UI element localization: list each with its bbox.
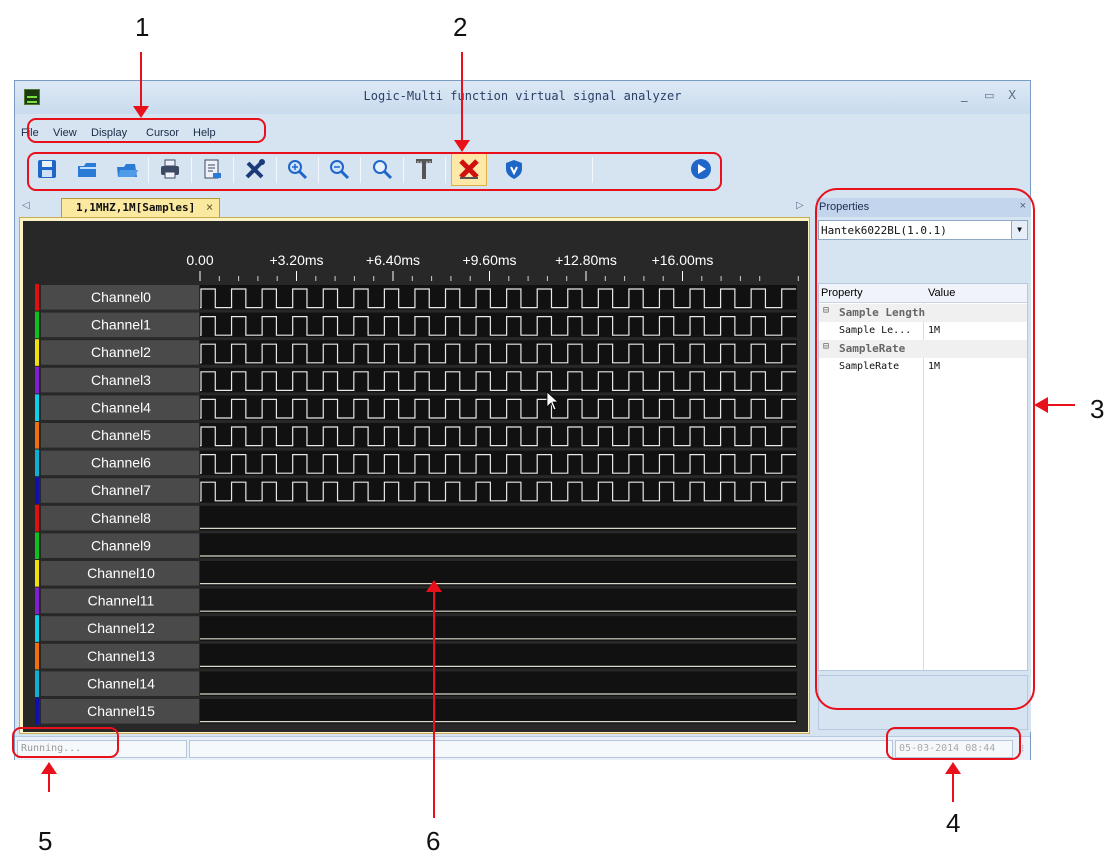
annotation-pointer-3	[1045, 404, 1075, 406]
channel-track	[200, 423, 797, 448]
channel-track	[200, 395, 797, 420]
annotation-pointer-6	[433, 590, 435, 818]
maximize-button[interactable]: ▭	[984, 89, 994, 102]
time-tick-label: +3.20ms	[269, 252, 323, 268]
channel-label: Channel4	[91, 399, 151, 415]
tab-label: 1,1MHZ,1M[Samples]	[76, 201, 196, 214]
channel-track	[200, 285, 797, 310]
channel-label: Channel3	[91, 372, 151, 388]
annotation-6: 6	[426, 826, 441, 856]
channel-track	[200, 616, 797, 641]
channel-color-bar	[35, 615, 39, 642]
annotation-1: 1	[135, 12, 150, 42]
time-tick-label: +6.40ms	[366, 252, 420, 268]
channel-label: Channel9	[91, 537, 151, 553]
channel-track	[200, 367, 797, 393]
title-bar[interactable]: Logic-Multi function virtual signal anal…	[15, 81, 1030, 114]
annotation-3: 3	[1090, 394, 1105, 424]
channel-track	[200, 588, 797, 614]
status-bar: Running... 05-03-2014 08:44 ⠿	[15, 736, 1030, 760]
channel-color-bar	[35, 284, 39, 311]
channel-label: Channel6	[91, 455, 151, 471]
annotation-4: 4	[946, 808, 961, 838]
channel-color-bar	[35, 394, 39, 421]
channel-color-bar	[35, 477, 39, 504]
channel-label: Channel14	[87, 675, 155, 691]
channel-color-bar	[35, 698, 39, 725]
annotation-arrowhead-3	[1034, 397, 1048, 413]
time-tick-label: +9.60ms	[462, 252, 516, 268]
time-tick-label: 0.00	[186, 252, 213, 268]
annotation-arrowhead-6	[426, 580, 442, 592]
annotation-arrowhead-4	[945, 762, 961, 774]
channel-label: Channel12	[87, 620, 155, 636]
annotation-5: 5	[38, 826, 53, 856]
time-tick-label: +12.80ms	[555, 252, 617, 268]
channel-color-bar	[35, 422, 39, 449]
tab-close-button[interactable]: ×	[206, 200, 213, 214]
annotation-arrowhead-1	[133, 106, 149, 118]
channel-label: Channel5	[91, 427, 151, 443]
minimize-button[interactable]: _	[961, 88, 968, 103]
annotation-2: 2	[453, 12, 468, 42]
channel-color-bar	[35, 532, 39, 559]
annotation-arrowhead-2	[454, 140, 470, 152]
annotation-box-properties	[815, 188, 1035, 710]
channel-track	[200, 533, 797, 558]
channel-color-bar	[35, 587, 39, 615]
channel-track	[200, 340, 797, 365]
channel-color-bar	[35, 504, 39, 532]
status-panel-middle	[189, 740, 893, 758]
channel-color-bar	[35, 642, 39, 670]
close-button[interactable]: X	[1008, 88, 1016, 102]
channel-label: Channel10	[87, 565, 155, 581]
channel-label: Channel8	[91, 510, 151, 526]
tab-capture[interactable]: 1,1MHZ,1M[Samples] ×	[61, 198, 221, 217]
waveform-svg: 0.00 +3.20ms +6.40ms +9.60ms +12.80ms +16.00m…	[35, 252, 799, 725]
channel-color-bar	[35, 311, 39, 339]
channel-label: Channel11	[88, 593, 155, 609]
channel-track	[200, 643, 797, 669]
annotation-arrowhead-5	[41, 762, 57, 774]
channel-color-bar	[35, 366, 39, 394]
channel-label: Channel13	[87, 648, 155, 664]
annotation-pointer-4	[952, 772, 954, 802]
channel-track	[200, 312, 797, 338]
document-tab-strip: ◁ 1,1MHZ,1M[Samples] × ▷	[19, 198, 816, 217]
waveform-panel: 0.00 +3.20ms +6.40ms +9.60ms +12.80ms +16.00m…	[19, 217, 810, 734]
tab-scroll-left-icon[interactable]: ◁	[22, 200, 30, 211]
annotation-box-toolbar	[27, 152, 722, 191]
channel-color-bar	[35, 670, 39, 697]
channel-color-bar	[35, 449, 39, 477]
channel-track	[200, 505, 797, 531]
channel-label: Channel7	[91, 482, 151, 498]
annotation-pointer-1	[140, 52, 142, 112]
channel-track	[200, 561, 797, 586]
channel-track	[200, 450, 797, 476]
channel-track	[200, 699, 797, 724]
channel-label: Channel1	[91, 317, 151, 333]
channel-label: Channel0	[91, 289, 151, 305]
tab-scroll-right-icon[interactable]: ▷	[796, 200, 804, 211]
channel-track	[200, 671, 797, 696]
annotation-pointer-2	[461, 52, 463, 144]
annotation-pointer-5	[48, 772, 50, 792]
channel-color-bar	[35, 560, 39, 587]
channel-label: Channel2	[91, 344, 151, 360]
waveform-canvas[interactable]: 0.00 +3.20ms +6.40ms +9.60ms +12.80ms +16.00m…	[23, 221, 808, 732]
time-tick-label: +16.00ms	[652, 252, 714, 268]
annotation-box-datetime	[886, 727, 1021, 760]
annotation-box-menu	[27, 118, 266, 143]
channel-color-bar	[35, 339, 39, 366]
channel-track	[200, 478, 797, 503]
channel-label: Channel15	[87, 703, 155, 719]
window-title: Logic-Multi function virtual signal anal…	[363, 89, 682, 103]
annotation-box-status	[12, 727, 119, 758]
